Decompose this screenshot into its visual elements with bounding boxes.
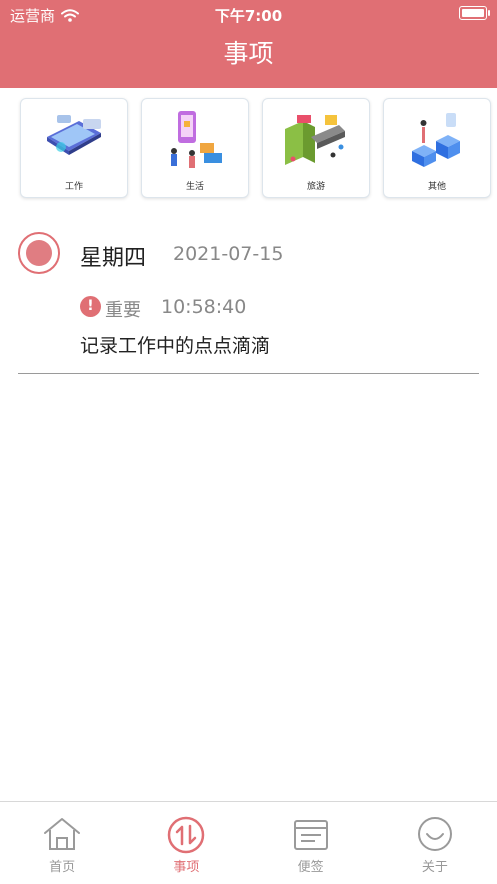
entry-date: 2021-07-15 — [173, 243, 284, 265]
entry-time: 10:58:40 — [161, 296, 247, 318]
battery-icon — [459, 6, 490, 20]
entry-weekday: 星期四 — [80, 246, 147, 271]
travel-illustration-icon — [285, 115, 345, 165]
home-icon — [44, 818, 80, 850]
entry-marker-icon — [18, 232, 60, 274]
tab-home[interactable]: 首页 — [0, 802, 124, 884]
entry-content[interactable]: 记录工作中的点点滴滴 — [80, 331, 270, 358]
category-label: 工作 — [64, 182, 83, 192]
category-card-life[interactable]: 生活 — [141, 98, 249, 198]
category-card-travel[interactable]: 旅游 — [262, 98, 370, 198]
note-icon — [293, 820, 328, 850]
life-illustration-icon — [171, 111, 222, 168]
transfer-icon — [168, 816, 205, 854]
tab-label: 便签 — [297, 860, 324, 875]
tab-about[interactable]: 关于 — [373, 802, 497, 884]
status-time: 下午7:00 — [214, 7, 283, 25]
category-label: 其他 — [427, 182, 446, 192]
category-label: 旅游 — [306, 182, 325, 192]
tab-label: 关于 — [421, 860, 448, 875]
important-icon: ! — [80, 296, 101, 317]
other-illustration-icon — [412, 113, 460, 167]
work-illustration-icon — [47, 115, 101, 155]
entry-priority: 重要 — [105, 300, 141, 321]
tab-label: 首页 — [49, 860, 76, 875]
tab-notes[interactable]: 便签 — [249, 802, 373, 884]
category-card-work[interactable]: 工作 — [20, 98, 128, 198]
tab-bar: 首页 事项 便签 关于 — [0, 801, 497, 884]
category-label: 生活 — [185, 182, 204, 192]
smile-icon — [417, 817, 452, 851]
tab-label: 事项 — [173, 860, 200, 875]
tab-items[interactable]: 事项 — [124, 802, 248, 884]
category-row: 工作 生活 旅游 其他 — [20, 98, 491, 198]
header: 运营商 下午7:00 事项 — [0, 0, 497, 88]
divider — [18, 373, 479, 374]
category-card-other[interactable]: 其他 — [383, 98, 491, 198]
page-title: 事项 — [223, 39, 274, 68]
